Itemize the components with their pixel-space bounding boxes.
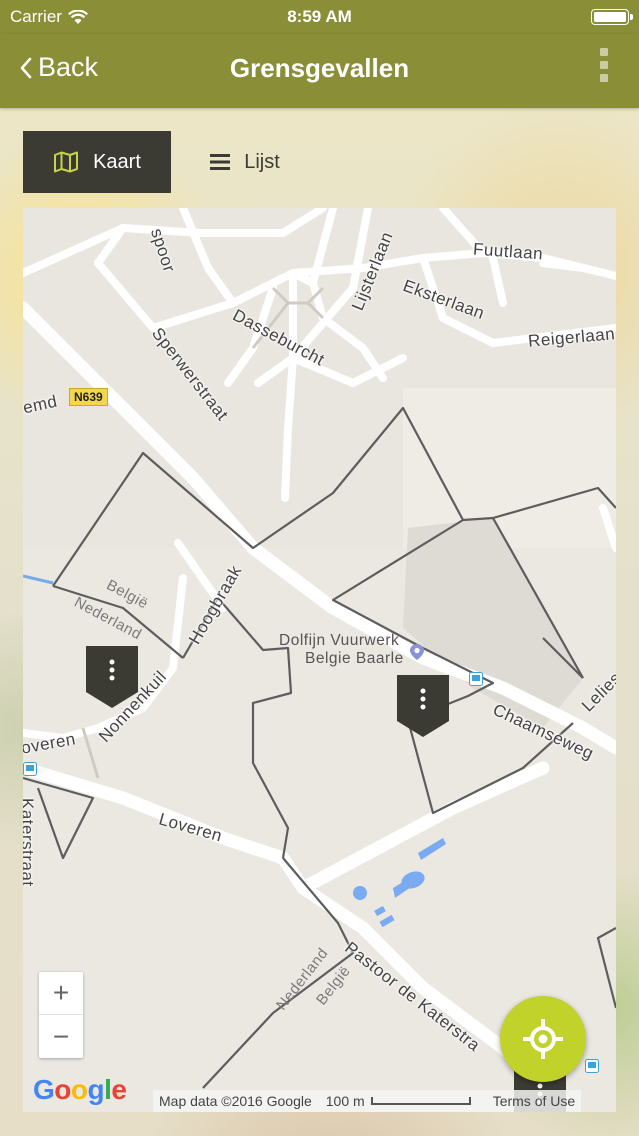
more-dot-icon: [600, 74, 608, 82]
map-marker-pin[interactable]: [86, 646, 138, 708]
locate-me-button[interactable]: [500, 996, 586, 1082]
tab-lijst-label: Lijst: [244, 150, 280, 173]
crosshair-icon: [523, 1019, 563, 1059]
poi-store-icon[interactable]: [410, 644, 424, 660]
bus-stop-icon[interactable]: [469, 672, 483, 686]
google-logo: Google: [33, 1074, 127, 1105]
zoom-out-button[interactable]: −: [39, 1015, 83, 1058]
map-view[interactable]: spoor Fuutlaan Lijsterlaan Eksterlaan Re…: [23, 208, 616, 1112]
map-scale: 100 m: [326, 1093, 471, 1109]
tab-kaart[interactable]: Kaart: [23, 131, 171, 193]
map-marker-pin[interactable]: [397, 675, 449, 737]
map-attribution-bar: Map data ©2016 Google 100 m Terms of Use: [153, 1090, 582, 1112]
navigation-bar: Back Grensgevallen: [0, 34, 639, 108]
battery-icon: [591, 9, 633, 25]
more-options-button[interactable]: [599, 48, 609, 82]
tab-kaart-label: Kaart: [93, 150, 141, 173]
zoom-controls: + −: [39, 972, 83, 1058]
list-icon: [210, 154, 231, 170]
bus-stop-icon[interactable]: [585, 1059, 599, 1073]
more-dot-icon: [600, 61, 608, 69]
tab-lijst[interactable]: Lijst: [171, 131, 319, 193]
street-label-katerstraat-left: Katerstraat: [23, 798, 37, 887]
road-shield-n639: N639: [69, 388, 108, 406]
poi-label-line1: Dolfijn Vuurwerk: [279, 632, 400, 649]
view-tabs: Kaart Lijst: [23, 131, 319, 193]
bus-stop-icon[interactable]: [23, 762, 37, 776]
map-icon: [54, 151, 79, 173]
zoom-in-button[interactable]: +: [39, 972, 83, 1015]
status-bar: Carrier 8:59 AM: [0, 0, 639, 34]
more-dot-icon: [600, 48, 608, 56]
status-time: 8:59 AM: [287, 7, 352, 26]
scale-bar: [370, 1097, 471, 1105]
page-title: Grensgevallen: [229, 53, 410, 83]
poi-label-line2: Belgie Baarle: [305, 650, 404, 667]
scale-label: 100 m: [325, 1093, 365, 1109]
map-data-attribution: Map data ©2016 Google: [159, 1093, 312, 1109]
terms-of-use-link[interactable]: Terms of Use: [493, 1093, 575, 1109]
